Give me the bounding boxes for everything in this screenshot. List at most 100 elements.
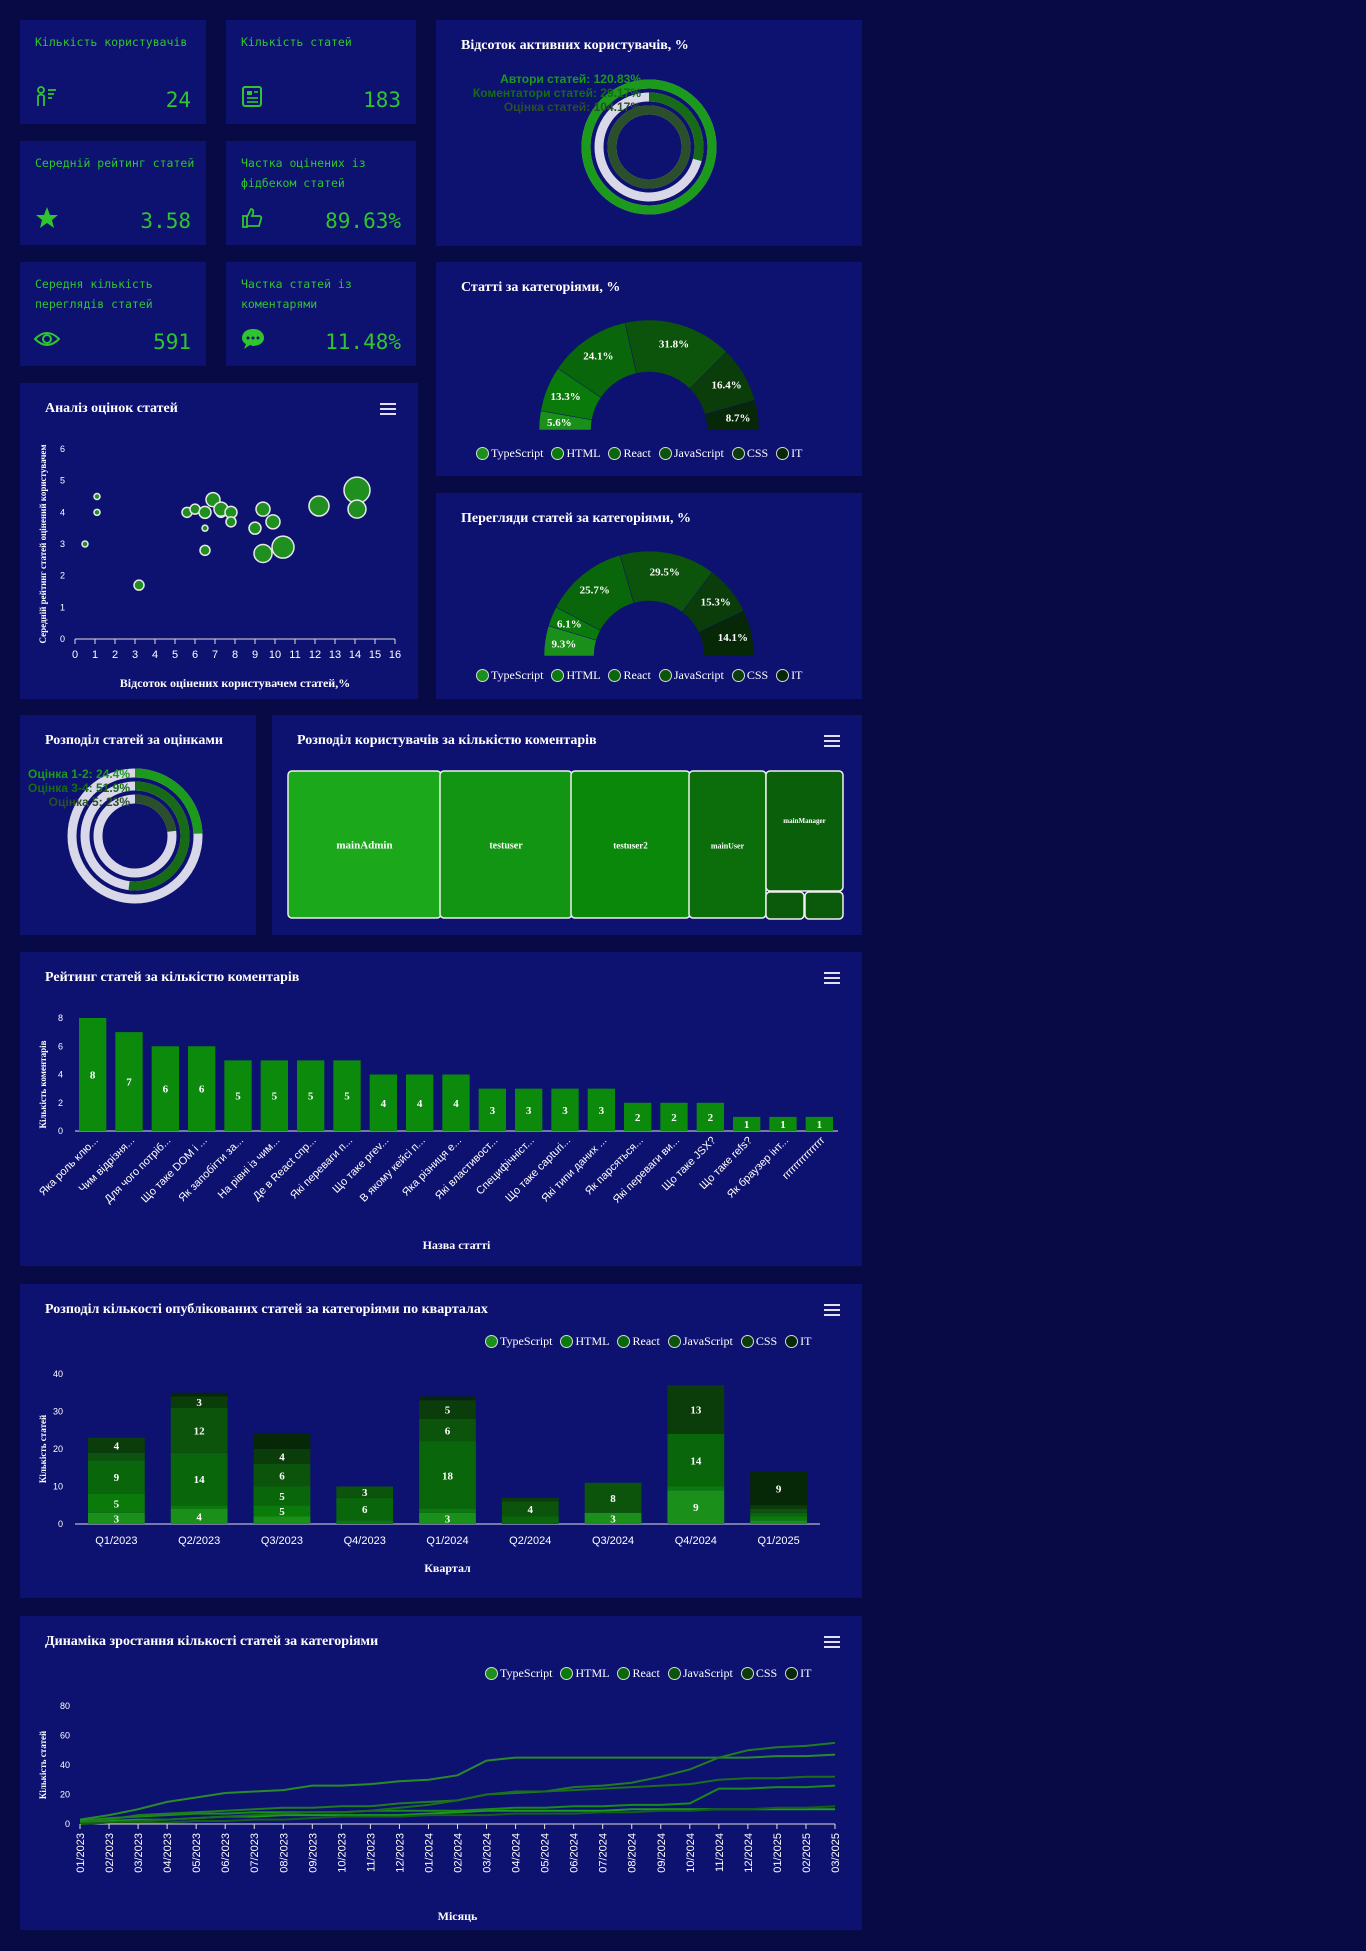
comment-icon [242, 329, 264, 349]
pie-label: 29.5% [650, 566, 680, 578]
pie-label: 6.1% [557, 618, 582, 630]
radial-label: Оцінка 5: 23% [49, 795, 131, 809]
y-tick-label: 0 [58, 1519, 63, 1529]
stacked-bar-segment [750, 1520, 807, 1524]
x-tick-label: 04/2024 [511, 1833, 523, 1873]
pie-label: 5.6% [547, 417, 572, 429]
x-axis-title: Відсоток оцінених користувачем статей,% [120, 676, 350, 690]
legend-item[interactable]: IT [776, 668, 803, 683]
bar-value-label: 3 [599, 1105, 605, 1117]
views-by-category-panel: Перегляди статей за категоріями, % 9.3% 6… [436, 493, 862, 699]
bar-value-label: 2 [708, 1112, 714, 1124]
x-tick-label: На рівні із чим... [216, 1135, 283, 1202]
bar-value-label: 3 [526, 1105, 532, 1117]
segment-label: 5 [279, 1506, 285, 1518]
y-tick-label: 30 [53, 1407, 63, 1417]
legend-marker [476, 447, 489, 460]
data-point [248, 521, 262, 535]
legend-marker [658, 669, 672, 682]
data-point [347, 499, 367, 519]
bar-value-label: 5 [344, 1091, 350, 1103]
legend-label: HTML [566, 446, 601, 460]
articles-by-comments-panel: Рейтинг статей за кількістю коментарів 0… [20, 952, 862, 1266]
y-axis-title: Середній рейтинг статей оцінений користу… [38, 444, 48, 643]
legend-marker [551, 669, 565, 682]
segment-label: 18 [442, 1470, 454, 1482]
legend-item[interactable]: CSS [731, 668, 769, 683]
star-icon [36, 207, 58, 228]
legend-label: IT [791, 446, 803, 460]
pie-label: 14.1% [718, 632, 748, 644]
radial-label: Оцінка 3-4: 51.9% [28, 781, 130, 795]
stat-title: Кількість статей [241, 35, 352, 49]
articles-growth-chart: 0 20 40 60 80 01/2023 02/2023 03/2023 04/2023 05/… [38, 1701, 842, 1923]
legend-item[interactable]: JavaScript [658, 668, 724, 683]
legend-item[interactable]: React [608, 668, 651, 683]
stacked-bar-segment [750, 1505, 807, 1509]
x-tick-label: Які переваги ви... [611, 1135, 682, 1206]
radial-bar [607, 105, 691, 189]
x-tick-label: 03/2025 [830, 1833, 842, 1873]
pie-label: 13.3% [550, 391, 580, 403]
legend-item[interactable]: HTML [551, 446, 600, 461]
x-tick-label: 07/2024 [598, 1833, 610, 1873]
y-tick-label: 60 [60, 1731, 70, 1741]
stat-title: Середній рейтинг статей [35, 156, 195, 170]
y-tick-label: 1 [60, 602, 65, 612]
x-tick-label: 11/2024 [714, 1833, 726, 1872]
users-icon [37, 86, 56, 106]
data-point [308, 495, 330, 517]
x-tick-label: 12/2024 [743, 1833, 755, 1873]
legend-label: CSS [746, 668, 769, 682]
y-tick-label: 4 [60, 507, 65, 517]
x-tick-label: 14 [349, 649, 361, 661]
legend: TypeScript HTML React JavaScript CSS IT [476, 668, 803, 683]
x-tick-label: 06/2024 [569, 1833, 581, 1873]
bar-value-label: 6 [163, 1084, 169, 1096]
x-tick-label: Q1/2024 [426, 1535, 468, 1547]
x-tick-label: Що таке DOM і ... [139, 1135, 210, 1206]
x-tick-label: 9 [252, 649, 258, 661]
legend-item[interactable]: JavaScript [658, 446, 724, 461]
x-tick-label: Які переваги п... [288, 1135, 355, 1202]
segment-label: 13 [690, 1405, 702, 1417]
legend-item[interactable]: React [608, 446, 651, 461]
x-tick-label: 09/2023 [307, 1833, 319, 1873]
legend-item[interactable]: TypeScript [476, 446, 543, 461]
x-tick-label: В якому кейсі п... [358, 1135, 428, 1205]
legend-label: TypeScript [491, 668, 544, 682]
x-tick-label: Як запобігти за... [177, 1135, 247, 1205]
stat-card-users: Кількість користувачів 24 [20, 20, 206, 124]
x-tick-label: 12 [309, 649, 321, 661]
x-tick-label: 1 [92, 649, 98, 661]
treemap-label: mainAdmin [336, 840, 392, 852]
y-tick-label: 2 [58, 1098, 63, 1108]
rating-analysis-chart: 0 1 2 3 4 5 6 7 8 9 10 11 12 13 14 15 160123456Відсоток … [38, 444, 401, 690]
radial-label: Оцінка 1-2: 24.4% [28, 767, 130, 781]
legend-item[interactable]: TypeScript [476, 668, 543, 683]
x-tick-label: 05/2023 [191, 1833, 203, 1873]
bar-value-label: 6 [199, 1084, 205, 1096]
x-tick-label: 08/2023 [278, 1833, 290, 1873]
stacked-bar-segment [501, 1497, 559, 1502]
legend-item[interactable]: CSS [731, 446, 768, 461]
legend-label: JavaScript [673, 446, 724, 460]
legend-item[interactable]: HTML [551, 668, 600, 683]
x-tick-label: Q2/2024 [509, 1535, 551, 1547]
legend-marker [476, 669, 489, 682]
legend-item[interactable]: IT [776, 446, 803, 461]
stacked-bar-segment [253, 1434, 311, 1449]
segment-label: 4 [528, 1504, 534, 1516]
stat-title: Середня кількість переглядів статей [35, 277, 153, 311]
data-point [225, 516, 237, 528]
y-tick-label: 6 [58, 1041, 63, 1051]
y-tick-label: 80 [60, 1701, 70, 1711]
x-tick-label: Q4/2023 [344, 1535, 386, 1547]
stat-value: 183 [363, 88, 401, 112]
x-tick-label: 09/2024 [656, 1833, 668, 1873]
segment-label: 6 [445, 1425, 451, 1437]
rating-analysis-panel: Аналіз оцінок статей 0 1 2 3 4 5 6 7 8 9 10 11 12 13 1… [20, 383, 418, 699]
segment-label: 5 [279, 1491, 285, 1503]
y-tick-label: 0 [60, 634, 65, 644]
stat-card-avg-views: Середня кількість переглядів статей 591 [20, 262, 206, 366]
